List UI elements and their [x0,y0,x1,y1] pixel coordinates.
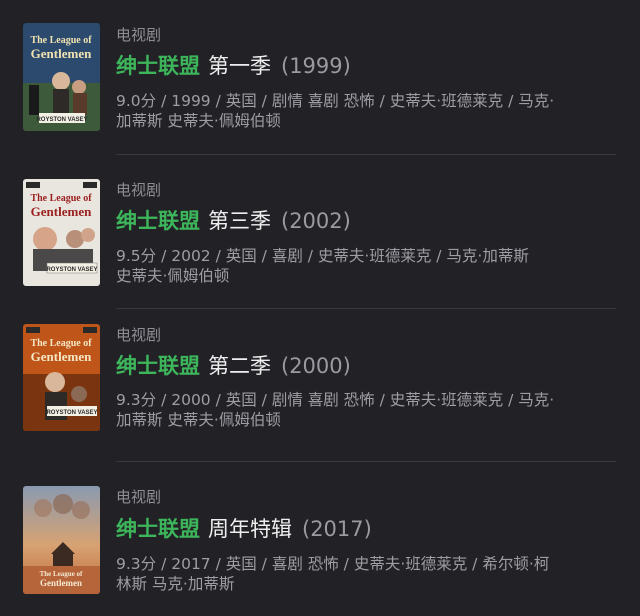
title-season[interactable]: 第三季 [208,209,271,233]
meta-line-2: 史蒂夫·佩姆伯顿 [116,267,230,285]
meta-line-2: 加蒂斯 史蒂夫·佩姆伯顿 [116,112,281,130]
result-title[interactable]: 绅士联盟 第三季 (2002) [116,208,351,234]
title-season[interactable]: 第二季 [208,354,271,378]
result-item-season-1[interactable]: The League of Gentlemen ROYSTON VASEY 电视… [0,0,640,155]
svg-text:Gentlemen: Gentlemen [31,204,92,219]
title-year: (2002) [281,209,351,233]
svg-text:The League of: The League of [30,35,92,46]
svg-text:The League of: The League of [30,193,92,204]
title-cn[interactable]: 绅士联盟 [116,517,200,541]
svg-text:Gentlemen: Gentlemen [31,349,92,364]
svg-text:The League of: The League of [30,338,92,349]
svg-text:Gentlemen: Gentlemen [31,46,92,61]
meta-line-1: 9.3分 / 2000 / 英国 / 剧情 喜剧 恐怖 / 史蒂夫·班德莱克 /… [116,391,555,409]
result-meta: 9.3分 / 2000 / 英国 / 剧情 喜剧 恐怖 / 史蒂夫·班德莱克 /… [116,390,616,430]
result-item-anniversary[interactable]: The League of Gentlemen 电视剧 绅士联盟 周年特辑 (201… [0,462,640,616]
result-meta: 9.0分 / 1999 / 英国 / 剧情 喜剧 恐怖 / 史蒂夫·班德莱克 /… [116,91,616,131]
media-type-label: 电视剧 [116,26,162,44]
result-item-season-2[interactable]: The League of Gentlemen ROYSTON VASEY 电视… [0,309,640,462]
svg-text:ROYSTON VASEY: ROYSTON VASEY [46,267,97,273]
title-cn[interactable]: 绅士联盟 [116,54,200,78]
result-title[interactable]: 绅士联盟 第一季 (1999) [116,53,351,79]
result-item-season-3[interactable]: The League of Gentlemen ROYSTON VASEY 电视… [0,155,640,309]
title-year: (2017) [302,517,372,541]
svg-text:The League of: The League of [40,570,83,578]
meta-line-2: 加蒂斯 史蒂夫·佩姆伯顿 [116,411,281,429]
poster-thumbnail[interactable]: The League of Gentlemen [23,486,100,594]
poster-image-anniversary: The League of Gentlemen [23,486,100,594]
title-year: (1999) [281,54,351,78]
svg-text:ROYSTON VASEY: ROYSTON VASEY [46,410,97,416]
result-meta: 9.3分 / 2017 / 英国 / 喜剧 恐怖 / 史蒂夫·班德莱克 / 希尔… [116,554,616,594]
poster-image-season-2: The League of Gentlemen ROYSTON VASEY [23,324,100,431]
meta-line-1: 9.0分 / 1999 / 英国 / 剧情 喜剧 恐怖 / 史蒂夫·班德莱克 /… [116,92,555,110]
result-meta: 9.5分 / 2002 / 英国 / 喜剧 / 史蒂夫·班德莱克 / 马克·加蒂… [116,246,616,286]
meta-line-1: 9.3分 / 2017 / 英国 / 喜剧 恐怖 / 史蒂夫·班德莱克 / 希尔… [116,555,550,573]
media-type-label: 电视剧 [116,181,162,199]
media-type-label: 电视剧 [116,488,162,506]
poster-thumbnail[interactable]: The League of Gentlemen ROYSTON VASEY [23,179,100,286]
meta-line-2: 林斯 马克·加蒂斯 [116,575,235,593]
title-cn[interactable]: 绅士联盟 [116,209,200,233]
meta-line-1: 9.5分 / 2002 / 英国 / 喜剧 / 史蒂夫·班德莱克 / 马克·加蒂… [116,247,529,265]
poster-image-season-3: The League of Gentlemen ROYSTON VASEY [23,179,100,286]
title-cn[interactable]: 绅士联盟 [116,354,200,378]
svg-text:ROYSTON VASEY: ROYSTON VASEY [36,117,87,123]
svg-text:Gentlemen: Gentlemen [40,578,82,588]
poster-thumbnail[interactable]: The League of Gentlemen ROYSTON VASEY [23,324,100,431]
title-year: (2000) [281,354,351,378]
poster-image-season-1: The League of Gentlemen ROYSTON VASEY [23,23,100,131]
title-season[interactable]: 周年特辑 [208,517,292,541]
result-title[interactable]: 绅士联盟 周年特辑 (2017) [116,516,372,542]
search-results-list: The League of Gentlemen ROYSTON VASEY 电视… [0,0,640,616]
title-season[interactable]: 第一季 [208,54,271,78]
result-title[interactable]: 绅士联盟 第二季 (2000) [116,353,351,379]
poster-thumbnail[interactable]: The League of Gentlemen ROYSTON VASEY [23,23,100,131]
media-type-label: 电视剧 [116,326,162,344]
